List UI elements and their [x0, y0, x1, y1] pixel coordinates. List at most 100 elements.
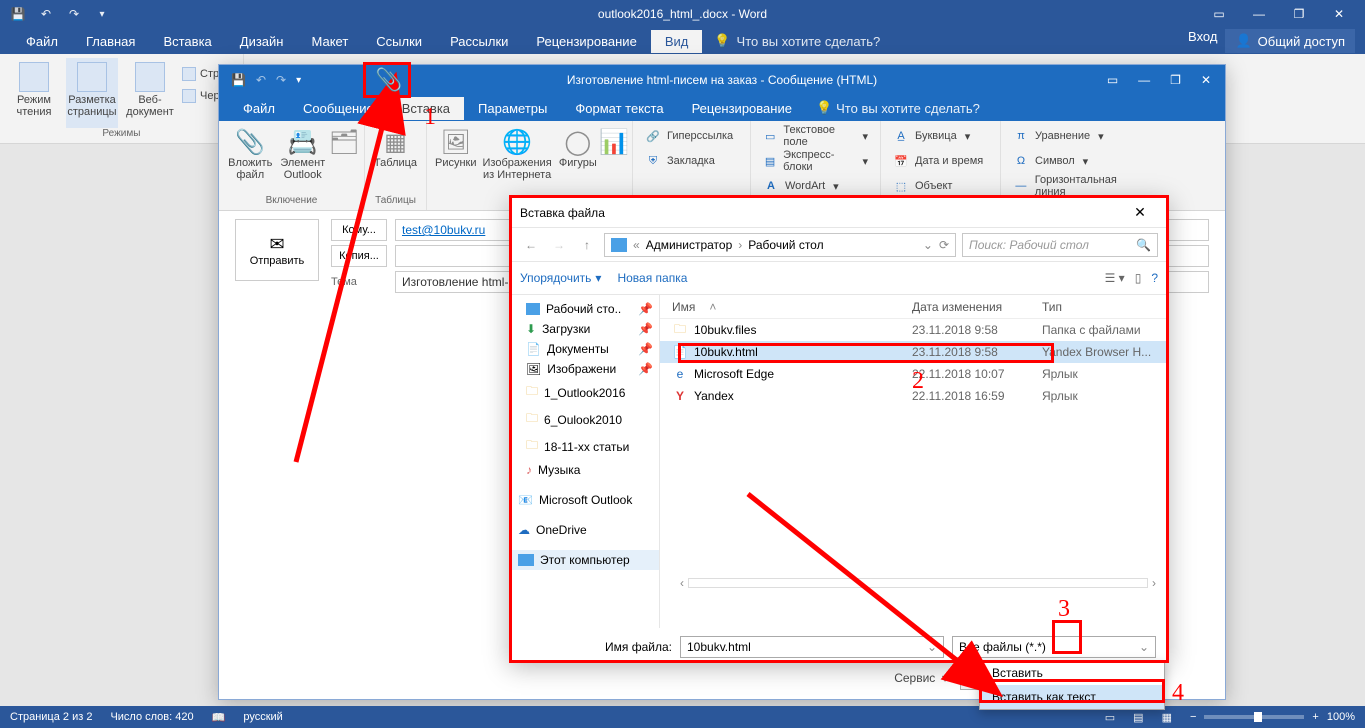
- ol-qat-more-icon[interactable]: ▾: [296, 75, 301, 86]
- to-button[interactable]: Кому...: [331, 219, 387, 241]
- ol-minimize-icon[interactable]: —: [1138, 73, 1150, 87]
- equation-button[interactable]: πУравнение▾: [1009, 125, 1153, 147]
- share-button[interactable]: 👤 Общий доступ: [1225, 29, 1355, 53]
- view-print-icon[interactable]: ▤: [1133, 711, 1143, 724]
- table-button[interactable]: ▦ Таблица: [373, 125, 418, 195]
- qat-more-icon[interactable]: ▾: [94, 6, 110, 22]
- cc-button[interactable]: Копия...: [331, 245, 387, 267]
- shapes-button[interactable]: ◯ Фигуры: [558, 125, 598, 195]
- outlook-item-button[interactable]: 📇 Элемент Outlook: [280, 125, 327, 195]
- tab-mailings[interactable]: Рассылки: [436, 30, 522, 53]
- side-folder1[interactable]: 🗀1_Outlook2016: [510, 379, 659, 406]
- zoom-in-icon[interactable]: +: [1312, 711, 1318, 723]
- minimize-icon[interactable]: —: [1251, 6, 1267, 22]
- wordart-button[interactable]: AWordArt▾: [759, 175, 872, 197]
- ol-close-icon[interactable]: ✕: [1201, 73, 1211, 87]
- side-music[interactable]: ♪Музыка: [510, 460, 659, 480]
- organize-button[interactable]: Упорядочить▾: [520, 271, 601, 285]
- search-input[interactable]: Поиск: Рабочий стол 🔍: [962, 233, 1158, 257]
- side-thispc[interactable]: Этот компьютер: [510, 550, 659, 570]
- online-pictures-button[interactable]: 🌐 Изображения из Интернета: [483, 125, 552, 195]
- smartart-button[interactable]: 📊: [604, 125, 624, 195]
- ol-tell-me[interactable]: 💡 Что вы хотите сделать?: [816, 100, 980, 116]
- side-desktop[interactable]: Рабочий сто..📌: [510, 299, 659, 319]
- hyperlink-button[interactable]: 🔗Гиперссылка: [641, 125, 742, 147]
- restore-icon[interactable]: ❐: [1291, 6, 1307, 22]
- view-read-icon[interactable]: ▭: [1105, 711, 1115, 724]
- side-onedrive[interactable]: ☁OneDrive: [510, 520, 659, 540]
- symbol-button[interactable]: ΩСимвол▾: [1009, 150, 1153, 172]
- status-lang[interactable]: русский: [243, 711, 282, 723]
- tab-design[interactable]: Дизайн: [226, 30, 298, 53]
- textbox-button[interactable]: ▭Текстовое поле▾: [759, 125, 872, 147]
- save-icon[interactable]: 💾: [10, 6, 26, 22]
- reading-mode-button[interactable]: Режим чтения: [8, 58, 60, 128]
- signin-link[interactable]: Вход: [1188, 29, 1217, 53]
- spellcheck-icon[interactable]: 📖: [212, 711, 226, 724]
- filename-input[interactable]: 10bukv.html ⌄: [680, 636, 944, 658]
- ol-save-icon[interactable]: 💾: [231, 73, 246, 87]
- view-icon[interactable]: ☰ ▾: [1105, 271, 1125, 285]
- side-folder2[interactable]: 🗀6_Oulook2010: [510, 406, 659, 433]
- tools-button[interactable]: Сервис ▾: [894, 671, 948, 685]
- view-web-icon[interactable]: ▦: [1162, 711, 1172, 724]
- file-row-selected[interactable]: 📄10bukv.html 23.11.2018 9:58Yandex Brows…: [660, 341, 1168, 363]
- file-row[interactable]: 🗀10bukv.files 23.11.2018 9:58Папка с фай…: [660, 319, 1168, 341]
- print-layout-button[interactable]: Разметка страницы: [66, 58, 118, 128]
- col-type[interactable]: Тип: [1042, 300, 1168, 314]
- chevron-down-icon[interactable]: ⌄: [927, 640, 937, 654]
- datetime-button[interactable]: 📅Дата и время: [889, 150, 992, 172]
- signature-button[interactable]: 🗂: [332, 125, 356, 195]
- quickparts-button[interactable]: ▤Экспресс-блоки▾: [759, 150, 872, 172]
- side-msoutlook[interactable]: 📧Microsoft Outlook: [510, 490, 659, 510]
- nav-forward-icon[interactable]: →: [548, 234, 570, 256]
- ol-tab-options[interactable]: Параметры: [464, 97, 561, 120]
- tab-home[interactable]: Главная: [72, 30, 149, 53]
- breadcrumb-admin[interactable]: Администратор: [646, 238, 733, 252]
- tab-view[interactable]: Вид: [651, 30, 703, 53]
- dropcap-button[interactable]: A̲Буквица▾: [889, 125, 992, 147]
- side-downloads[interactable]: ⬇Загрузки📌: [510, 319, 659, 339]
- new-folder-button[interactable]: Новая папка: [617, 271, 687, 285]
- menu-insert-as-text[interactable]: Вставить как текст: [980, 685, 1164, 709]
- ol-redo-icon[interactable]: ↷: [276, 73, 286, 87]
- ol-tab-message[interactable]: Сообщение: [289, 97, 388, 120]
- file-type-filter[interactable]: Все файлы (*.*) ⌄: [952, 636, 1156, 658]
- object-button[interactable]: ⬚Объект: [889, 175, 992, 197]
- redo-icon[interactable]: ↷: [66, 6, 82, 22]
- side-folder3[interactable]: 🗀18-11-xx статьи: [510, 433, 659, 460]
- ol-tab-review[interactable]: Рецензирование: [678, 97, 806, 120]
- status-words[interactable]: Число слов: 420: [110, 711, 193, 723]
- help-icon[interactable]: ?: [1151, 271, 1158, 285]
- preview-icon[interactable]: ▯: [1135, 271, 1142, 285]
- zoom-value[interactable]: 100%: [1327, 711, 1355, 723]
- hr-button[interactable]: —Горизонтальная линия: [1009, 175, 1153, 197]
- ol-undo-icon[interactable]: ↶: [256, 73, 266, 87]
- col-date[interactable]: Дата изменения: [912, 300, 1042, 314]
- status-page[interactable]: Страница 2 из 2: [10, 711, 92, 723]
- nav-up-icon[interactable]: ↑: [576, 234, 598, 256]
- ol-ribbon-opts-icon[interactable]: ▭: [1107, 73, 1118, 87]
- tab-file[interactable]: Файл: [12, 30, 72, 53]
- zoom-out-icon[interactable]: −: [1190, 711, 1196, 723]
- web-layout-button[interactable]: Веб-документ: [124, 58, 176, 128]
- ribbon-options-icon[interactable]: ▭: [1211, 6, 1227, 22]
- attach-file-button[interactable]: 📎 Вложить файл: [227, 125, 274, 195]
- col-name[interactable]: Имя: [672, 300, 695, 314]
- zoom-slider[interactable]: [1204, 715, 1304, 719]
- pictures-button[interactable]: 🖼 Рисунки: [435, 125, 477, 195]
- chevron-down-icon[interactable]: ⌄: [923, 238, 933, 252]
- ol-tab-file[interactable]: Файл: [229, 97, 289, 120]
- tab-layout[interactable]: Макет: [297, 30, 362, 53]
- tab-references[interactable]: Ссылки: [362, 30, 436, 53]
- tab-insert[interactable]: Вставка: [149, 30, 225, 53]
- menu-insert[interactable]: Вставить: [980, 661, 1164, 685]
- dialog-close-icon[interactable]: ✕: [1122, 204, 1158, 221]
- bookmark-button[interactable]: ⛨Закладка: [641, 150, 742, 172]
- ol-tab-format[interactable]: Формат текста: [561, 97, 677, 120]
- side-documents[interactable]: 📄Документы📌: [510, 339, 659, 359]
- address-bar[interactable]: « Администратор › Рабочий стол ⌄ ⟳: [604, 233, 956, 257]
- breadcrumb-desktop[interactable]: Рабочий стол: [748, 238, 823, 252]
- nav-back-icon[interactable]: ←: [520, 234, 542, 256]
- tab-review[interactable]: Рецензирование: [522, 30, 650, 53]
